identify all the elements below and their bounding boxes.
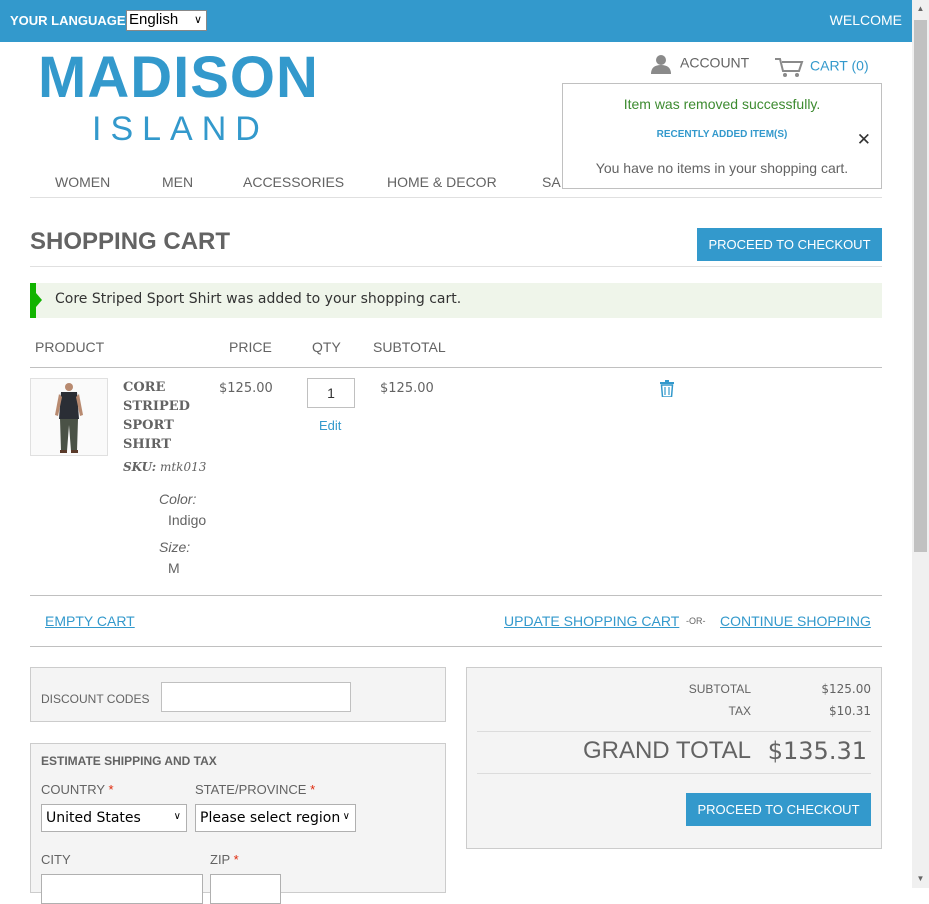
city-input[interactable] bbox=[41, 874, 203, 904]
option-size-value: M bbox=[168, 560, 180, 576]
nav-item-women[interactable]: WOMEN bbox=[55, 174, 110, 190]
shipping-title: ESTIMATE SHIPPING AND TAX bbox=[41, 754, 217, 768]
minicart-success-message: Item was removed successfully. bbox=[623, 96, 821, 112]
divider bbox=[30, 646, 882, 647]
city-label: CITY bbox=[41, 852, 71, 867]
grand-total-label: GRAND TOTAL bbox=[582, 737, 751, 764]
proceed-to-checkout-button-top[interactable]: PROCEED TO CHECKOUT bbox=[697, 228, 882, 261]
nav-item-men[interactable]: MEN bbox=[162, 174, 193, 190]
option-size-label: Size: bbox=[159, 539, 191, 555]
nav-item-home-decor[interactable]: HOME & DECOR bbox=[387, 174, 497, 190]
shipping-estimate-box: ESTIMATE SHIPPING AND TAX COUNTRY * Unit… bbox=[30, 743, 446, 904]
divider bbox=[30, 266, 882, 267]
product-sku: SKU: mtk013 bbox=[123, 460, 207, 474]
user-icon bbox=[651, 55, 671, 74]
empty-cart-button[interactable]: EMPTY CART bbox=[45, 613, 135, 629]
nav-item-sale[interactable]: SA bbox=[542, 174, 561, 190]
divider bbox=[477, 773, 871, 774]
header-product: PRODUCT bbox=[35, 339, 105, 355]
account-link[interactable]: ACCOUNT bbox=[650, 54, 749, 74]
product-photo bbox=[31, 379, 107, 455]
continue-shopping-button[interactable]: CONTINUE SHOPPING bbox=[720, 613, 871, 629]
zip-label: ZIP * bbox=[210, 852, 239, 867]
cart-icon bbox=[775, 58, 804, 77]
zip-input[interactable] bbox=[210, 874, 281, 904]
state-label: STATE/PROVINCE * bbox=[195, 782, 316, 797]
edit-link[interactable]: Edit bbox=[319, 418, 341, 433]
minicart-dropdown: Item was removed successfully. RECENTLY … bbox=[562, 83, 882, 189]
header-qty: QTY bbox=[312, 339, 341, 355]
totals-box: SUBTOTAL $125.00 TAX $10.31 GRAND TOTAL … bbox=[466, 667, 882, 849]
discount-code-input[interactable] bbox=[161, 682, 351, 712]
scrollbar-thumb[interactable] bbox=[914, 20, 927, 552]
success-message: Core Striped Sport Shirt was added to yo… bbox=[30, 283, 882, 318]
nav-item-accessories[interactable]: ACCESSORIES bbox=[243, 174, 344, 190]
scroll-down-icon[interactable]: ▼ bbox=[915, 874, 926, 884]
language-select[interactable]: English ∨ bbox=[126, 10, 207, 31]
tax-label: TAX bbox=[728, 704, 751, 718]
trash-icon[interactable] bbox=[660, 380, 674, 402]
cart-link[interactable]: CART (0) bbox=[774, 56, 869, 78]
logo-sub-text: ISLAND bbox=[92, 110, 269, 148]
header-price: PRICE bbox=[229, 339, 272, 355]
divider bbox=[477, 731, 871, 732]
quantity-input[interactable] bbox=[307, 378, 355, 408]
chevron-down-icon: ∨ bbox=[342, 811, 350, 822]
discount-box: DISCOUNT CODES bbox=[30, 667, 446, 722]
subtotal-value: $125.00 bbox=[821, 682, 871, 696]
tax-value: $10.31 bbox=[829, 704, 871, 718]
or-separator: -OR- bbox=[686, 616, 706, 626]
grand-total-value: $135.31 bbox=[767, 737, 867, 765]
option-color-value: Indigo bbox=[168, 512, 207, 528]
minicart-recent-label: RECENTLY ADDED ITEM(S) bbox=[656, 129, 788, 140]
cart-count: (0) bbox=[851, 57, 869, 74]
chevron-down-icon: ∨ bbox=[193, 14, 202, 26]
logo-main-text: MADISON bbox=[38, 45, 319, 110]
product-price: $125.00 bbox=[219, 381, 273, 396]
discount-label: DISCOUNT CODES bbox=[41, 692, 150, 706]
chevron-down-icon: ∨ bbox=[173, 811, 181, 822]
top-bar: YOUR LANGUAGE: English ∨ WELCOME bbox=[0, 0, 912, 42]
welcome-text: WELCOME bbox=[829, 12, 902, 28]
divider bbox=[30, 595, 882, 596]
product-subtotal: $125.00 bbox=[380, 381, 434, 396]
product-image[interactable] bbox=[30, 378, 108, 456]
country-label: COUNTRY * bbox=[41, 782, 114, 797]
state-select[interactable]: Please select region ∨ bbox=[195, 804, 356, 832]
language-label: YOUR LANGUAGE: bbox=[10, 13, 130, 28]
success-arrow-icon bbox=[36, 293, 42, 307]
header-subtotal: SUBTOTAL bbox=[373, 339, 446, 355]
scroll-up-icon[interactable]: ▲ bbox=[915, 4, 926, 14]
minicart-empty-text: You have no items in your shopping cart. bbox=[595, 160, 849, 176]
proceed-to-checkout-button-bottom[interactable]: PROCEED TO CHECKOUT bbox=[686, 793, 871, 826]
option-color-label: Color: bbox=[159, 491, 197, 507]
subtotal-label: SUBTOTAL bbox=[688, 682, 751, 696]
divider bbox=[30, 367, 882, 368]
product-name[interactable]: CORE STRIPED SPORT SHIRT bbox=[123, 378, 213, 454]
page-title: SHOPPING CART bbox=[30, 228, 231, 255]
country-select[interactable]: United States ∨ bbox=[41, 804, 187, 832]
update-cart-button[interactable]: UPDATE SHOPPING CART bbox=[504, 613, 679, 629]
close-icon[interactable]: ✕ bbox=[857, 130, 871, 150]
